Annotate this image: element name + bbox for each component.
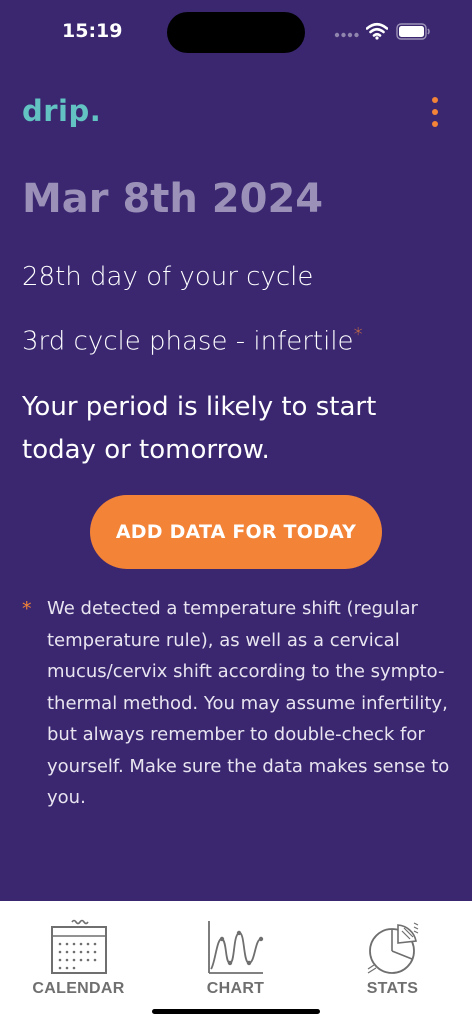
nav-calendar[interactable]: CALENDAR [0, 901, 157, 1011]
battery-icon [396, 23, 430, 40]
cycle-phase: 3rd cycle phase - infertile* [22, 324, 363, 357]
cycle-day: 28th day of your cycle [22, 262, 314, 292]
nav-calendar-label: CALENDAR [32, 980, 125, 997]
phase-footnote-marker: * [353, 324, 363, 345]
dynamic-island [167, 12, 305, 53]
period-prediction: Your period is likely to start today or … [22, 392, 377, 465]
signal-icon [334, 32, 359, 38]
app-logo: drip. [22, 94, 102, 128]
nav-stats[interactable]: STATS [314, 901, 471, 1011]
home-indicator [152, 1009, 320, 1014]
status-time: 15:19 [62, 20, 123, 42]
bottom-nav: CALENDAR CHART STATS [0, 901, 472, 1024]
nav-chart[interactable]: CHART [157, 901, 314, 1011]
add-data-button[interactable]: ADD DATA FOR TODAY [90, 495, 382, 569]
wifi-icon [366, 22, 388, 40]
nav-chart-label: CHART [206, 980, 265, 997]
status-bar: 15:19 [0, 0, 472, 64]
current-date: Mar 8th 2024 [22, 176, 324, 222]
stats-icon [367, 922, 419, 974]
chart-icon [208, 921, 264, 974]
calendar-icon [51, 919, 107, 974]
footnote-text: We detected a temperature shift (regular… [47, 598, 450, 808]
footnote-marker: * [22, 598, 32, 620]
nav-stats-label: STATS [366, 980, 419, 997]
cycle-phase-text: 3rd cycle phase - infertile [22, 326, 354, 357]
app-header: drip. [0, 80, 472, 144]
menu-button[interactable] [420, 92, 450, 132]
